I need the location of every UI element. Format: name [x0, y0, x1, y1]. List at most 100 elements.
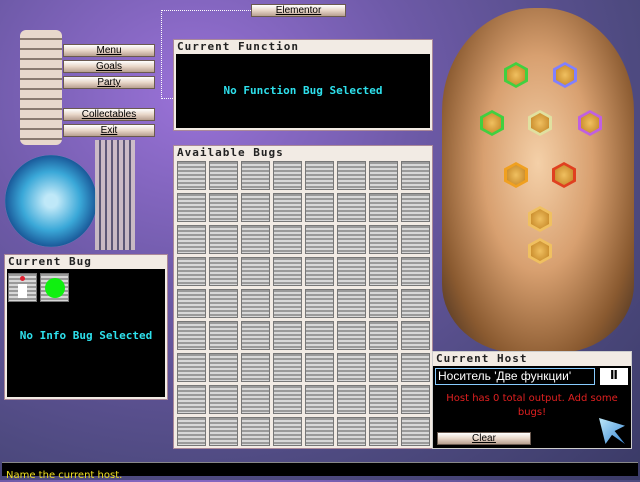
- bug-slot[interactable]: [337, 193, 366, 222]
- bug-slot[interactable]: [209, 289, 238, 318]
- bug-slot[interactable]: [241, 225, 270, 254]
- panel-title: Current Host: [433, 352, 631, 366]
- panel-title: Current Function: [177, 40, 299, 53]
- bug-slot[interactable]: [209, 353, 238, 382]
- bug-slot[interactable]: [273, 225, 302, 254]
- host-face-image: [442, 8, 634, 353]
- goals-button[interactable]: Goals: [63, 60, 155, 73]
- portrait-orb: [5, 155, 97, 247]
- bug-slot[interactable]: [337, 385, 366, 414]
- bug-slot[interactable]: [401, 417, 430, 446]
- status-bar: Name the current host.: [2, 462, 638, 481]
- bug-slot[interactable]: [273, 193, 302, 222]
- trash-icon[interactable]: [8, 273, 37, 302]
- bug-slot[interactable]: [177, 225, 206, 254]
- bug-slot[interactable]: [273, 385, 302, 414]
- bug-slot[interactable]: [305, 289, 334, 318]
- bug-slot[interactable]: [273, 257, 302, 286]
- green-bug-icon[interactable]: [40, 273, 69, 302]
- current-bug-panel: Current Bug No Info Bug Selected: [4, 254, 168, 400]
- bug-slot[interactable]: [369, 353, 398, 382]
- bug-slot[interactable]: [177, 385, 206, 414]
- status-text: Name the current host.: [6, 470, 123, 481]
- bug-slot[interactable]: [401, 193, 430, 222]
- party-button[interactable]: Party: [63, 76, 155, 89]
- current-host-panel: Current Host Носитель 'Две функции' Ⅱ Ho…: [432, 351, 632, 449]
- bug-slot[interactable]: [209, 161, 238, 190]
- host-message: Host has 0 total output. Add some bugs!: [446, 393, 618, 418]
- bug-slot[interactable]: [369, 225, 398, 254]
- bug-slot[interactable]: [401, 225, 430, 254]
- bug-slot[interactable]: [401, 321, 430, 350]
- bug-slot[interactable]: [209, 257, 238, 286]
- bug-slot[interactable]: [369, 289, 398, 318]
- bug-slot[interactable]: [369, 417, 398, 446]
- bug-slot[interactable]: [337, 321, 366, 350]
- bug-slot[interactable]: [209, 193, 238, 222]
- bug-slot[interactable]: [177, 161, 206, 190]
- bug-slot[interactable]: [209, 385, 238, 414]
- bug-slot[interactable]: [241, 257, 270, 286]
- bug-slot[interactable]: [273, 353, 302, 382]
- bug-slot[interactable]: [401, 385, 430, 414]
- bug-slot[interactable]: [369, 321, 398, 350]
- panel-title: Available Bugs: [177, 146, 284, 159]
- bug-slot[interactable]: [177, 353, 206, 382]
- elementor-button[interactable]: Elementor: [251, 4, 346, 17]
- clear-button[interactable]: Clear: [437, 432, 531, 445]
- bug-slot[interactable]: [209, 321, 238, 350]
- bug-slot[interactable]: [369, 193, 398, 222]
- bug-grid: [176, 160, 432, 448]
- bug-slot[interactable]: [401, 161, 430, 190]
- bug-slot[interactable]: [305, 321, 334, 350]
- bug-slot[interactable]: [241, 193, 270, 222]
- bug-slot[interactable]: [177, 289, 206, 318]
- bug-slot[interactable]: [337, 257, 366, 286]
- bug-slot[interactable]: [273, 161, 302, 190]
- bug-slot[interactable]: [273, 321, 302, 350]
- bug-slot[interactable]: [401, 257, 430, 286]
- bug-slot[interactable]: [305, 353, 334, 382]
- bug-slot[interactable]: [241, 417, 270, 446]
- arrow-cursor-icon[interactable]: [599, 418, 625, 444]
- bug-slot[interactable]: [305, 161, 334, 190]
- bug-slot[interactable]: [369, 161, 398, 190]
- bug-slot[interactable]: [305, 417, 334, 446]
- bug-slot[interactable]: [369, 257, 398, 286]
- bug-slot[interactable]: [241, 289, 270, 318]
- bug-slot[interactable]: [337, 289, 366, 318]
- bug-slot[interactable]: [241, 353, 270, 382]
- bug-slot[interactable]: [177, 417, 206, 446]
- bug-slot[interactable]: [305, 257, 334, 286]
- bug-slot[interactable]: [209, 225, 238, 254]
- current-function-panel: Current Function No Function Bug Selecte…: [173, 39, 433, 131]
- bug-message: No Info Bug Selected: [19, 329, 153, 342]
- bug-slot[interactable]: [241, 161, 270, 190]
- bug-slot[interactable]: [177, 321, 206, 350]
- function-display: No Function Bug Selected: [176, 54, 430, 128]
- menu-button[interactable]: Menu: [63, 44, 155, 57]
- bug-slot[interactable]: [177, 193, 206, 222]
- available-bugs-panel: Available Bugs: [173, 145, 433, 449]
- bug-slot[interactable]: [209, 417, 238, 446]
- bug-slot[interactable]: [241, 321, 270, 350]
- exit-button[interactable]: Exit: [63, 124, 155, 137]
- collectables-button[interactable]: Collectables: [63, 108, 155, 121]
- bug-slot[interactable]: [241, 385, 270, 414]
- bug-slot[interactable]: [305, 193, 334, 222]
- bug-slot[interactable]: [177, 257, 206, 286]
- bug-slot[interactable]: [305, 385, 334, 414]
- bug-slot[interactable]: [401, 289, 430, 318]
- bug-slot[interactable]: [401, 353, 430, 382]
- bug-slot[interactable]: [273, 417, 302, 446]
- bug-slot[interactable]: [337, 353, 366, 382]
- bug-slot[interactable]: [337, 417, 366, 446]
- bug-slot[interactable]: [369, 385, 398, 414]
- machine-column: [95, 140, 135, 250]
- rename-icon[interactable]: Ⅱ: [600, 368, 628, 385]
- bug-slot[interactable]: [337, 225, 366, 254]
- host-name-input[interactable]: Носитель 'Две функции': [435, 368, 595, 385]
- bug-slot[interactable]: [337, 161, 366, 190]
- bug-slot[interactable]: [305, 225, 334, 254]
- bug-slot[interactable]: [273, 289, 302, 318]
